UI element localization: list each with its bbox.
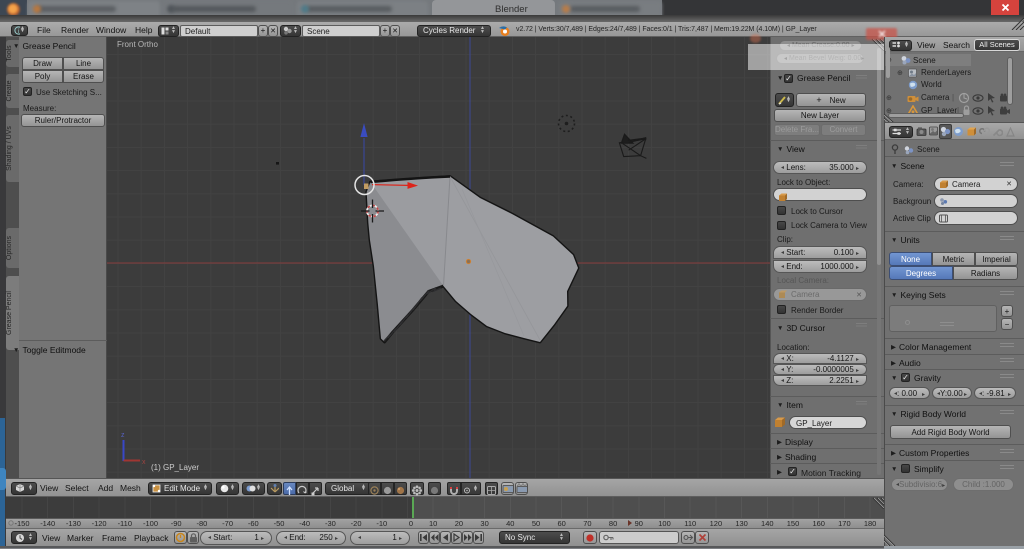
svg-text:-120: -120	[92, 519, 107, 528]
svg-text:50: 50	[532, 519, 540, 528]
svg-text:-90: -90	[171, 519, 182, 528]
svg-text:110: 110	[684, 519, 696, 528]
svg-text:20: 20	[455, 519, 463, 528]
svg-text:0: 0	[409, 519, 413, 528]
svg-text:-110: -110	[118, 519, 132, 528]
svg-text:x: x	[142, 459, 146, 466]
svg-text:-140: -140	[40, 519, 55, 528]
svg-text:40: 40	[506, 519, 514, 528]
svg-text:140: 140	[761, 519, 774, 528]
svg-text:90: 90	[635, 519, 643, 528]
svg-text:Front Ortho: Front Ortho	[117, 40, 158, 49]
svg-text:160: 160	[812, 519, 825, 528]
svg-text:60: 60	[558, 519, 566, 528]
svg-text:120: 120	[710, 519, 723, 528]
svg-text:-70: -70	[222, 519, 233, 528]
svg-text:-20: -20	[351, 519, 362, 528]
svg-text:-130: -130	[66, 519, 81, 528]
svg-text:z: z	[121, 432, 125, 439]
svg-text:-50: -50	[274, 519, 285, 528]
svg-text:-80: -80	[196, 519, 207, 528]
svg-text:70: 70	[583, 519, 591, 528]
svg-text:170: 170	[838, 519, 851, 528]
svg-text:30: 30	[480, 519, 488, 528]
svg-text:-10: -10	[376, 519, 387, 528]
svg-text:100: 100	[658, 519, 671, 528]
svg-text:180: 180	[864, 519, 877, 528]
svg-text:-60: -60	[248, 519, 259, 528]
svg-text:-100: -100	[143, 519, 158, 528]
svg-text:-40: -40	[299, 519, 310, 528]
svg-text:i: i	[18, 29, 19, 35]
svg-text:130: 130	[735, 519, 748, 528]
svg-text:(1) GP_Layer: (1) GP_Layer	[151, 463, 199, 472]
svg-text:-30: -30	[325, 519, 336, 528]
svg-text:150: 150	[787, 519, 800, 528]
svg-text:80: 80	[609, 519, 617, 528]
svg-text:10: 10	[429, 519, 437, 528]
svg-text:-150: -150	[14, 519, 29, 528]
